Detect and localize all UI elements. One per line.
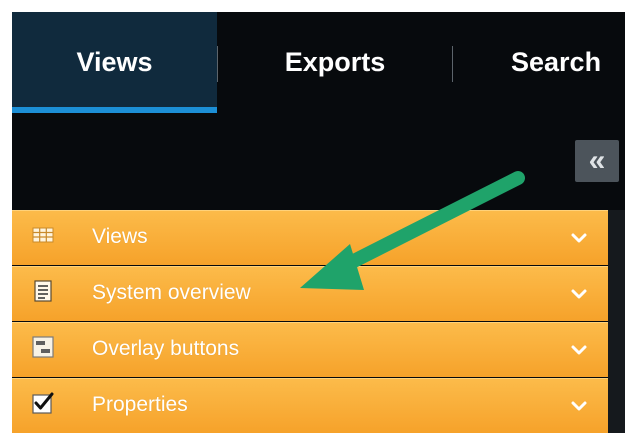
- top-tab-bar: Views Exports Search: [12, 12, 625, 113]
- overlay-icon: [32, 336, 54, 358]
- checkbox-checked-icon: [32, 392, 54, 414]
- chevron-down-icon[interactable]: [568, 395, 590, 417]
- collapse-pane-button[interactable]: «: [575, 140, 619, 182]
- chevron-down-icon[interactable]: [568, 339, 590, 361]
- scrollbar-track: [608, 210, 625, 433]
- document-list-icon: [34, 280, 52, 302]
- chevron-down-icon[interactable]: [568, 227, 590, 249]
- chevron-down-icon[interactable]: [568, 283, 590, 305]
- panel-views-header[interactable]: Views: [12, 210, 608, 265]
- active-tab-indicator: [12, 107, 217, 113]
- panel-overlay-buttons-header[interactable]: Overlay buttons: [12, 322, 608, 377]
- tab-views-label: Views: [76, 47, 153, 77]
- tab-exports-label: Exports: [284, 47, 386, 77]
- tab-search[interactable]: Search: [453, 12, 625, 113]
- panel-system-overview-header[interactable]: System overview: [12, 266, 608, 321]
- panel-properties-header[interactable]: Properties: [12, 378, 608, 433]
- app-window: Views Exports Search « Views System over…: [12, 12, 625, 433]
- side-panel-list: Views System overview Overlay buttons Pr…: [12, 210, 608, 433]
- double-chevron-left-icon: «: [588, 144, 606, 177]
- panel-views-label: Views: [92, 225, 148, 248]
- tab-views[interactable]: Views: [12, 12, 217, 113]
- grid-icon: [32, 227, 54, 243]
- panel-overlay-buttons-label: Overlay buttons: [92, 337, 240, 360]
- panel-system-overview-label: System overview: [92, 281, 251, 304]
- tab-search-label: Search: [511, 47, 602, 77]
- tab-exports[interactable]: Exports: [218, 12, 452, 113]
- panel-properties-label: Properties: [92, 393, 188, 416]
